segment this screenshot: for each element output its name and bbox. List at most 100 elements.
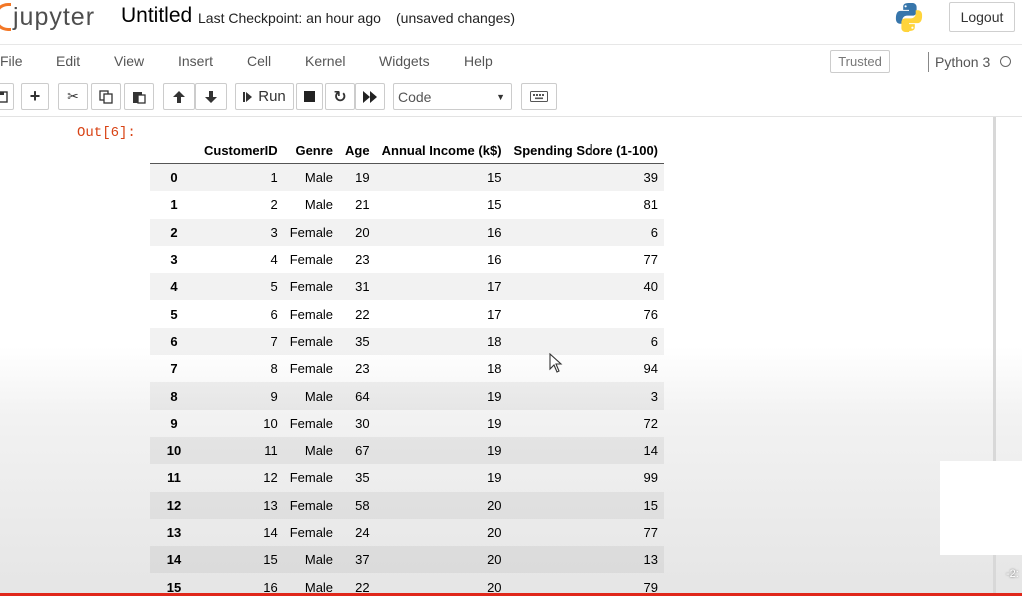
dataframe-table: CustomerID Genre Age Annual Income (k$) … <box>150 137 665 596</box>
paste-button[interactable] <box>124 83 154 110</box>
table-cell: 20 <box>487 497 502 513</box>
jupyter-logo[interactable]: jupyter <box>0 2 95 32</box>
row-index: 12 <box>166 497 182 513</box>
table-row: 14 15 Male 37 20 13 <box>150 546 665 574</box>
table-header-row: CustomerID Genre Age Annual Income (k$) … <box>150 137 665 164</box>
menu-edit[interactable]: Edit <box>56 53 80 69</box>
row-index: 8 <box>170 388 178 404</box>
table-row: 4 5 Female 31 17 40 <box>150 273 665 301</box>
column-header: Age <box>339 137 376 164</box>
table-row: 0 1 Male 19 15 39 <box>150 163 665 192</box>
keyboard-icon <box>530 91 548 102</box>
logout-button[interactable]: Logout <box>949 2 1015 32</box>
row-index: 14 <box>166 552 182 568</box>
row-index: 2 <box>170 224 178 240</box>
table-cell: 77 <box>643 252 659 268</box>
move-down-button[interactable] <box>195 83 227 110</box>
jupyter-logo-arc-icon <box>0 3 11 31</box>
table-cell: Female <box>289 497 334 513</box>
table-cell: Female <box>289 361 334 377</box>
menu-view[interactable]: View <box>114 53 144 69</box>
menu-kernel[interactable]: Kernel <box>305 53 345 69</box>
table-cell: 3 <box>650 388 659 404</box>
table-row: 13 14 Female 24 20 77 <box>150 519 664 546</box>
table-cell: 77 <box>643 525 659 540</box>
row-index: 5 <box>170 306 178 322</box>
fast-forward-icon <box>363 90 377 103</box>
python-logo-icon <box>895 3 923 33</box>
arrow-down-icon <box>205 90 217 103</box>
table-cell: 16 <box>487 252 502 268</box>
table-cell: 1 <box>270 170 278 186</box>
table-cell: 16 <box>487 224 502 240</box>
table-cell: Female <box>289 333 334 349</box>
notebook-name[interactable]: Untitled <box>121 4 192 28</box>
table-cell: 20 <box>355 224 370 240</box>
table-cell: 3 <box>270 224 278 240</box>
row-index: 4 <box>170 279 178 295</box>
table-row: 8 9 Male 64 19 3 <box>150 382 665 410</box>
insert-cell-button[interactable]: + <box>21 83 49 110</box>
column-header: Annual Income (k$) <box>375 137 508 164</box>
table-cell: Male <box>304 552 334 568</box>
table-cell: 72 <box>643 415 659 431</box>
scissors-icon: ✂ <box>67 88 79 105</box>
table-row: 7 8 Female 23 18 94 <box>150 355 664 382</box>
table-cell: 14 <box>263 525 278 540</box>
table-cell: 11 <box>264 443 278 459</box>
menu-cell[interactable]: Cell <box>247 53 271 69</box>
row-index: 1 <box>170 197 178 213</box>
table-cell: 2 <box>270 197 278 213</box>
kernel-name: Python 3 <box>935 54 991 70</box>
table-cell: Male <box>304 197 334 213</box>
kernel-idle-icon <box>1000 56 1011 67</box>
row-index: 13 <box>166 525 182 540</box>
trusted-indicator[interactable]: Trusted <box>830 50 890 73</box>
menubar: File Edit View Insert Cell Kernel Widget… <box>0 44 1022 79</box>
cut-button[interactable]: ✂ <box>58 83 88 110</box>
copy-button[interactable] <box>91 83 121 110</box>
table-row: 1 2 Male 21 15 81 <box>150 191 664 218</box>
restart-run-all-button[interactable] <box>355 83 385 110</box>
table-cell: 18 <box>487 361 502 377</box>
menu-help[interactable]: Help <box>464 53 493 69</box>
menu-widgets[interactable]: Widgets <box>379 53 430 69</box>
table-cell: 19 <box>487 470 502 486</box>
table-row: 12 13 Female 58 20 15 <box>150 491 665 519</box>
table-cell: 23 <box>355 361 370 377</box>
table-cell: 19 <box>487 388 502 404</box>
restart-kernel-button[interactable]: ↻ <box>325 83 355 110</box>
menu-file[interactable]: File <box>0 53 23 69</box>
table-cell: 13 <box>263 497 278 513</box>
table-cell: 24 <box>355 525 370 540</box>
cell-type-select[interactable]: Code ▼ <box>393 83 512 110</box>
jupyter-logo-text: jupyter <box>13 2 96 31</box>
table-cell: 31 <box>355 279 370 295</box>
video-time-remaining: -2: <box>1006 568 1019 580</box>
interrupt-button[interactable] <box>296 83 323 110</box>
table-cell: 18 <box>487 333 502 349</box>
table-cell: 8 <box>270 361 278 377</box>
table-cell: 15 <box>263 552 278 568</box>
mouse-pointer-icon <box>549 353 563 373</box>
command-palette-button[interactable] <box>521 83 557 110</box>
menu-insert[interactable]: Insert <box>178 53 213 69</box>
table-cell: Female <box>289 415 334 431</box>
table-row: 2 3 Female 20 16 6 <box>150 218 665 246</box>
chevron-down-icon: ▼ <box>496 92 505 102</box>
text-cursor-icon: Ι <box>589 141 594 159</box>
run-button[interactable]: Run <box>235 83 294 110</box>
table-cell: 19 <box>355 170 370 186</box>
restart-icon: ↻ <box>333 87 347 106</box>
last-checkpoint-text: Last Checkpoint: an hour ago <box>198 10 381 26</box>
save-icon <box>0 90 8 103</box>
table-cell: Male <box>304 388 334 404</box>
stop-icon <box>304 91 315 102</box>
column-header: Spending Score (1-100) <box>507 137 665 164</box>
run-label: Run <box>258 88 286 105</box>
table-cell: 12 <box>263 470 278 486</box>
step-forward-icon <box>243 91 253 102</box>
move-up-button[interactable] <box>163 83 195 110</box>
save-button[interactable] <box>0 83 14 110</box>
table-row: 5 6 Female 22 17 76 <box>150 300 664 327</box>
